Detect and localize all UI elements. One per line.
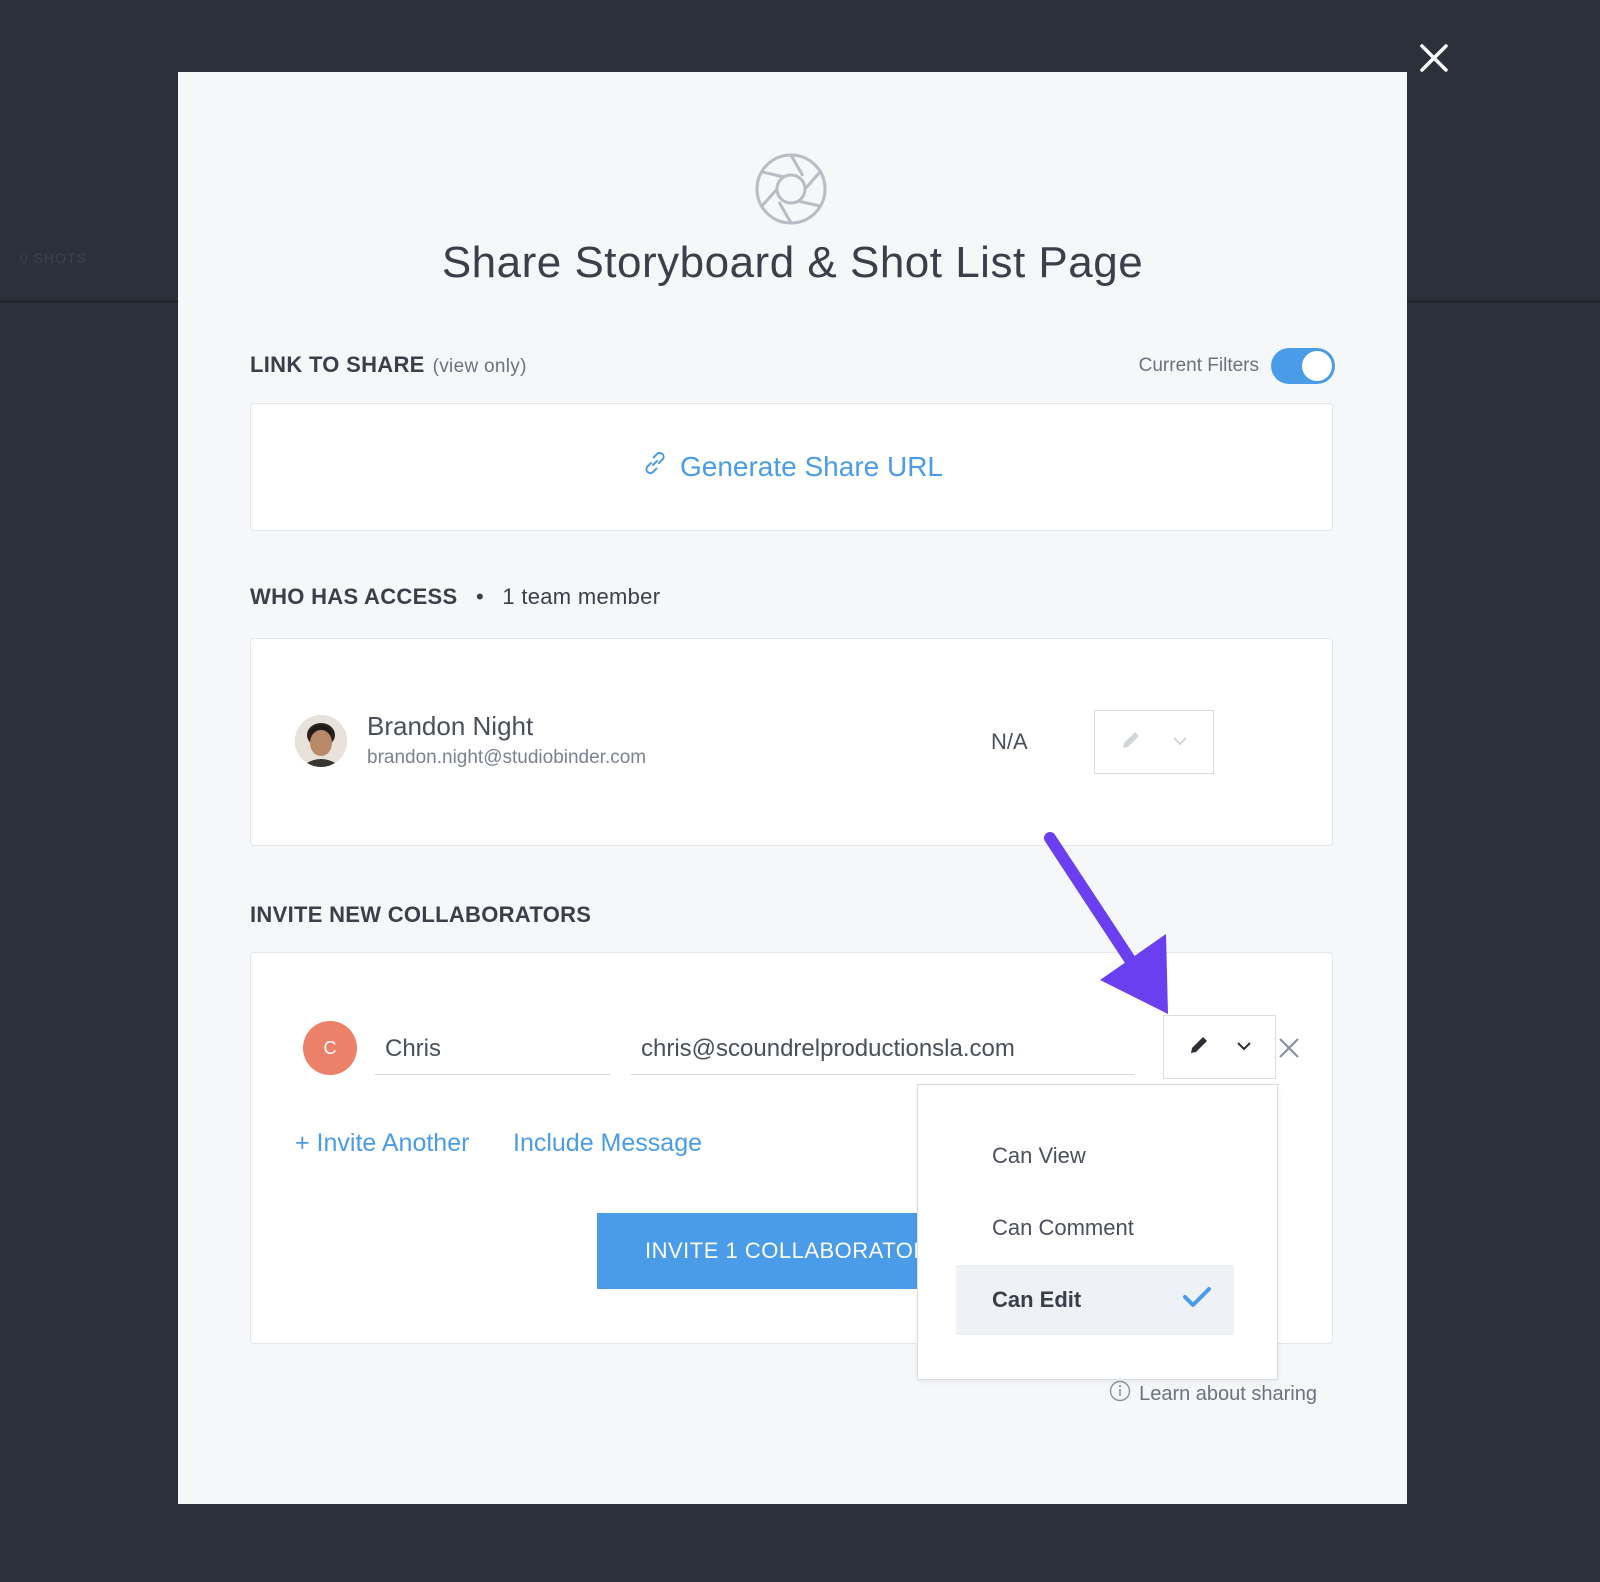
member-role: N/A — [991, 729, 1028, 754]
modal-title: Share Storyboard & Shot List Page — [441, 238, 1144, 287]
link-icon — [640, 448, 670, 485]
learn-about-sharing-label: Learn about sharing — [1139, 1382, 1317, 1405]
aperture-logo-icon — [754, 152, 828, 226]
background-shots-label: 0 SHOTS — [20, 250, 87, 266]
learn-about-sharing-link[interactable]: Learn about sharing — [1109, 1380, 1317, 1408]
current-filters-label: Current Filters — [1138, 355, 1259, 376]
invite-section-label: INVITE NEW COLLABORATORS — [250, 902, 592, 927]
current-filters-control: Current Filters — [1139, 348, 1335, 384]
option-can-edit[interactable]: Can Edit — [956, 1265, 1234, 1335]
link-section-sublabel: (view only) — [432, 356, 527, 377]
invite-email-field[interactable] — [631, 1023, 1135, 1075]
access-card: Brandon Night brandon.night@studiobinder… — [250, 638, 1333, 846]
current-filters-toggle[interactable] — [1271, 348, 1335, 384]
generate-share-url-label: Generate Share URL — [679, 450, 944, 482]
brandon-avatar — [295, 715, 347, 767]
member-name: Brandon Night — [367, 711, 534, 741]
pencil-icon — [1188, 1034, 1210, 1061]
toggle-knob — [1302, 351, 1332, 381]
close-modal-icon[interactable] — [1418, 42, 1450, 74]
include-message-link[interactable]: Include Message — [513, 1129, 702, 1158]
chevron-down-icon — [1172, 733, 1188, 751]
access-separator: • — [475, 584, 484, 609]
access-section-heading: WHO HAS ACCESS • 1 team member — [250, 584, 660, 610]
invite-name-field[interactable] — [375, 1023, 611, 1075]
member-email: brandon.night@studiobinder.com — [367, 747, 647, 768]
option-can-comment[interactable]: Can Comment — [956, 1193, 1234, 1263]
link-section-heading: LINK TO SHARE (view only) — [250, 352, 527, 378]
access-section-label: WHO HAS ACCESS — [250, 584, 458, 609]
invitee-avatar: C — [303, 1021, 357, 1075]
team-member-count: 1 team member — [502, 584, 661, 609]
generate-share-url-button[interactable]: Generate Share URL — [251, 448, 1332, 485]
remove-invite-icon[interactable] — [1276, 1035, 1302, 1061]
member-permission-select[interactable] — [1094, 710, 1214, 774]
link-section-label: LINK TO SHARE — [250, 352, 425, 377]
share-url-card: Generate Share URL — [250, 403, 1333, 531]
callout-arrow-icon — [1040, 832, 1180, 1027]
info-icon — [1109, 1380, 1131, 1408]
checkmark-icon — [1182, 1285, 1212, 1315]
option-can-view[interactable]: Can View — [956, 1121, 1234, 1191]
chevron-down-icon — [1236, 1038, 1252, 1056]
share-modal: Share Storyboard & Shot List Page LINK T… — [178, 72, 1407, 1504]
permission-dropdown-menu: Can View Can Comment Can Edit — [917, 1084, 1278, 1380]
option-can-edit-label: Can Edit — [992, 1287, 1082, 1312]
pencil-icon — [1120, 729, 1142, 756]
invite-another-link[interactable]: + Invite Another — [295, 1129, 469, 1158]
